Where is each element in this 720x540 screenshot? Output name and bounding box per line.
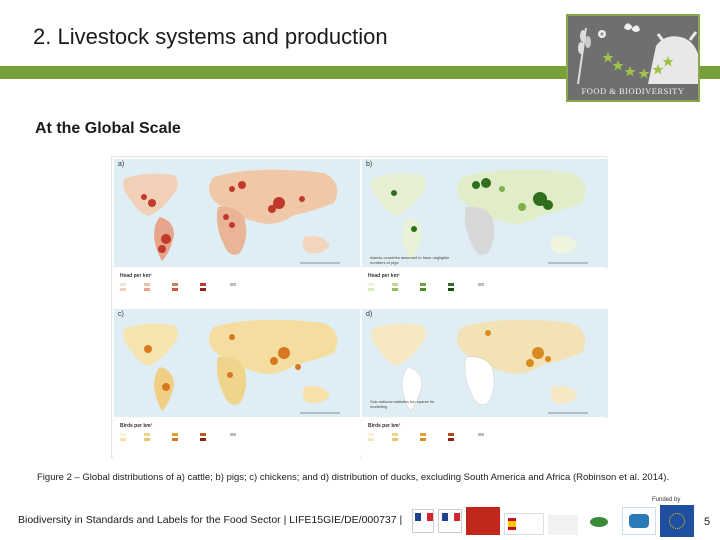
partner-logo-3 bbox=[466, 507, 500, 535]
legend-title-c: Birds per km² bbox=[120, 423, 153, 429]
livestock-distribution-figure: a) Head per km² b) Islamic countries ass… bbox=[111, 156, 608, 459]
panel-label-d: d) bbox=[366, 311, 373, 318]
legend-title-a: Head per km² bbox=[120, 273, 152, 279]
partner-logo-2 bbox=[438, 509, 462, 533]
eu-life-logo bbox=[660, 505, 694, 537]
slide-title: 2. Livestock systems and production bbox=[33, 24, 388, 49]
pigs-map bbox=[362, 159, 608, 309]
partner-logos bbox=[412, 505, 697, 537]
panel-label-c: c) bbox=[118, 311, 124, 318]
panel-note-b: Islamic countries assumed to have neglig… bbox=[370, 255, 450, 265]
panel-label-b: b) bbox=[366, 161, 373, 168]
legend-title-b: Head per km² bbox=[368, 273, 400, 279]
cattle-map bbox=[114, 159, 360, 309]
partner-logo-7 bbox=[622, 507, 656, 535]
map-panel-cattle: a) Head per km² bbox=[114, 159, 360, 309]
footer-text: Biodiversity in Standards and Labels for… bbox=[18, 514, 403, 526]
logo-graphic bbox=[577, 23, 698, 85]
logo-text: FOOD & BIODIVERSITY bbox=[581, 86, 685, 96]
ducks-map bbox=[362, 309, 608, 459]
panel-note-d: Sub-national statistics too sparse for m… bbox=[370, 399, 435, 409]
page-number: 5 bbox=[704, 516, 711, 528]
food-biodiversity-logo: FOOD & BIODIVERSITY bbox=[566, 14, 700, 102]
partner-logo-spain bbox=[504, 513, 544, 535]
map-panel-ducks: d) Sub-national statistics too sparse fo… bbox=[362, 309, 608, 459]
map-panel-chickens: c) Birds per km² bbox=[114, 309, 360, 459]
partner-logo-6 bbox=[582, 511, 618, 535]
chickens-map bbox=[114, 309, 360, 459]
section-subtitle: At the Global Scale bbox=[35, 120, 181, 137]
partner-logo-5 bbox=[548, 515, 578, 535]
map-panel-pigs: b) Islamic countries assumed to have neg… bbox=[362, 159, 608, 309]
partner-logo-1 bbox=[412, 509, 434, 533]
funded-by-label: Funded by bbox=[652, 497, 681, 503]
legend-title-d: Birds per km² bbox=[368, 423, 401, 429]
panel-label-a: a) bbox=[118, 161, 125, 168]
figure-caption: Figure 2 – Global distributions of a) ca… bbox=[37, 472, 670, 483]
